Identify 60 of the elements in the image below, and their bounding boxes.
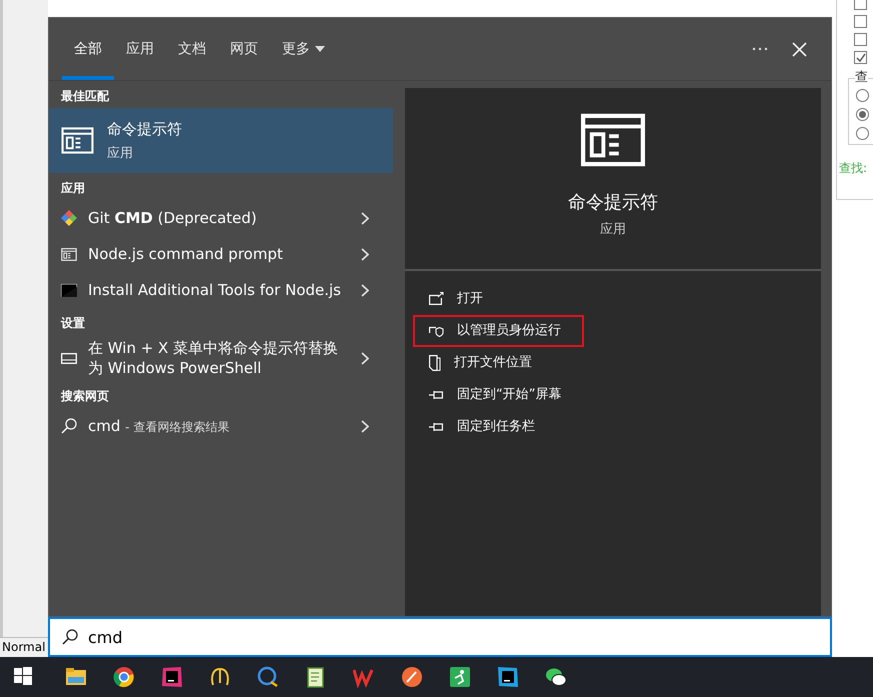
chevron-icon — [361, 420, 369, 432]
section-heading: 设置 — [60, 315, 86, 332]
caret-icon — [315, 46, 325, 52]
checkbox[interactable] — [854, 51, 867, 64]
window-icon — [580, 113, 646, 167]
radio-button[interactable] — [856, 108, 869, 121]
window-icon — [61, 248, 77, 260]
status-text: Normal — [0, 637, 48, 657]
pin-icon — [429, 390, 444, 400]
chevron-icon — [361, 352, 369, 364]
section-heading: 搜索网页 — [60, 388, 110, 405]
checkbox[interactable] — [854, 0, 867, 10]
chevron-icon — [361, 248, 369, 260]
notepad-icon[interactable] — [305, 666, 327, 688]
result-subtitle: 应用 — [107, 144, 134, 162]
open-icon — [429, 292, 444, 305]
detail-title: 命令提示符 — [568, 191, 658, 215]
detail-subtitle: 应用 — [600, 221, 626, 239]
search-icon — [62, 629, 78, 645]
result-item[interactable]: cmd - 查看网络搜索结果 — [49, 408, 393, 444]
pin-icon — [429, 422, 444, 432]
result-item[interactable]: Git CMD (Deprecated) — [49, 200, 393, 236]
group-label: 查 — [855, 70, 868, 85]
section-heading: 应用 — [60, 180, 86, 197]
tab[interactable]: 文档 — [166, 18, 218, 80]
action-item[interactable]: 打开文件位置 — [413, 346, 584, 378]
browser-icon[interactable] — [113, 666, 135, 688]
terminal-icon — [61, 284, 77, 296]
chevron-icon — [361, 212, 369, 224]
tab[interactable]: 应用 — [114, 18, 166, 80]
action-item[interactable]: 固定到任务栏 — [413, 410, 584, 442]
action-item[interactable]: 以管理员身份运行 — [413, 314, 584, 346]
monitor-icon — [61, 352, 77, 364]
result-item[interactable]: Node.js command prompt — [49, 236, 393, 272]
tab[interactable]: 网页 — [218, 18, 270, 80]
result-item[interactable]: Install Additional Tools for Node.js — [49, 272, 393, 308]
window-icon — [61, 127, 94, 154]
radio-button[interactable] — [856, 127, 869, 140]
checkbox[interactable] — [854, 33, 867, 46]
tab[interactable]: 全部 — [62, 18, 114, 80]
result-item[interactable]: 在 Win + X 菜单中将命令提示符替换为 Windows PowerShell — [49, 335, 393, 381]
tab[interactable]: 更多 — [270, 18, 337, 80]
result-title: 命令提示符 — [107, 119, 182, 140]
file-icon — [429, 354, 441, 370]
search-icon — [61, 418, 77, 434]
action-item[interactable]: 固定到“开始”屏幕 — [413, 378, 584, 410]
section-heading: 最佳匹配 — [60, 88, 110, 105]
messenger-icon[interactable] — [545, 666, 567, 688]
figure-icon[interactable] — [449, 666, 471, 688]
diamond-icon — [61, 210, 77, 226]
best-match-item[interactable]: 命令提示符 应用 — [49, 108, 393, 173]
folder-icon[interactable] — [65, 666, 87, 688]
chevron-icon — [361, 284, 369, 296]
find-label: 查找: — [838, 160, 868, 177]
shield-icon — [429, 324, 444, 337]
checkbox[interactable] — [854, 15, 867, 28]
start-icon[interactable] — [13, 666, 35, 688]
search-field[interactable]: cmd — [48, 617, 832, 657]
radio-button[interactable] — [856, 89, 869, 102]
action-item[interactable]: 打开 — [413, 282, 584, 314]
